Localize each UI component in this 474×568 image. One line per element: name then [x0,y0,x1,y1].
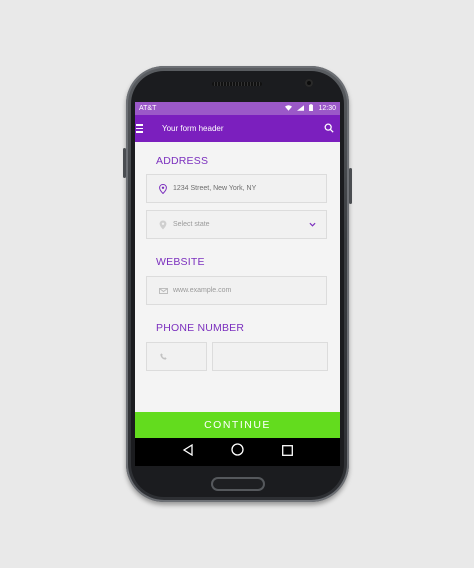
menu-icon[interactable] [136,124,146,133]
location-pin-icon [157,220,169,230]
back-icon[interactable] [182,443,194,461]
state-select[interactable]: Select state [146,210,327,239]
phone-icon [157,353,169,360]
website-field[interactable]: www.example.com [146,276,327,305]
search-icon[interactable] [324,123,334,135]
state-placeholder: Select state [173,221,210,228]
continue-button[interactable]: CONTINUE [135,412,340,438]
address-label: ADDRESS [156,155,209,167]
street-address-value: 1234 Street, New York, NY [173,185,257,192]
battery-icon [309,104,314,113]
page-title: Your form header [162,124,224,133]
power-button [349,168,352,204]
website-placeholder: www.example.com [173,287,232,294]
front-camera [305,79,313,87]
earpiece-speaker [212,82,262,86]
status-bar: AT&T 12:30 [135,102,340,115]
form-content: ADDRESS 1234 Street, New York, NY Select… [135,142,340,426]
signal-icon [297,104,305,113]
home-icon[interactable] [231,443,245,461]
street-address-field[interactable]: 1234 Street, New York, NY [146,174,327,203]
recents-icon[interactable] [282,443,294,461]
hardware-home-button [211,477,265,491]
app-bar: Your form header [135,115,340,142]
volume-button [123,148,126,178]
phone-country-code-field[interactable] [146,342,207,371]
phone-screen: AT&T 12:30 Your form header ADDRESS 1234… [135,102,340,466]
phone-number-label: PHONE NUMBER [156,322,245,334]
wifi-icon [285,104,293,113]
mail-icon [157,287,169,294]
carrier-label: AT&T [139,105,157,112]
chevron-down-icon [309,220,316,229]
website-label: WEBSITE [156,256,205,268]
clock: 12:30 [318,105,336,112]
location-pin-icon [157,183,169,194]
android-nav-bar [135,438,340,466]
phone-number-field[interactable] [212,342,328,371]
